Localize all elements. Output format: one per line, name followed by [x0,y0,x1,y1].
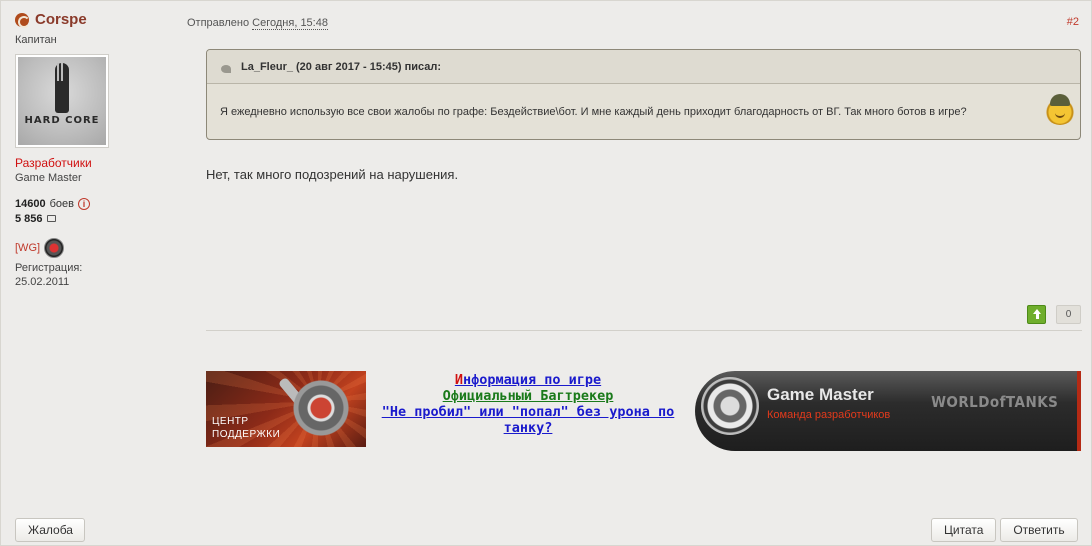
avatar-image: HARD CORE [18,57,106,145]
tank-smiley-icon [1044,93,1076,125]
quote-body: Я ежедневно использую все свои жалобы по… [207,84,1080,139]
author-name[interactable]: Corspe [35,11,87,28]
gear-icon [288,375,354,441]
game-master-banner[interactable]: Game Master Команда разработчиков WORLDo… [695,371,1081,451]
author-name-row: Corspe [15,11,185,28]
registration-label: Регистрация: [15,262,83,274]
posts-value: 5 856 [15,212,43,225]
registration-date: 25.02.2011 [15,276,70,288]
avatar[interactable]: HARD CORE [15,54,109,148]
report-button[interactable]: Жалоба [15,518,85,542]
gm-banner-title: Game Master [767,385,874,404]
author-group: Разработчики [15,156,92,170]
post-container: Corspe Капитан HARD CORE Разработчики Ga… [0,0,1092,546]
reputation-count: 0 [1056,305,1081,324]
posts-stat: 5 856 [15,211,185,226]
online-status-icon [15,12,30,28]
author-rank: Капитан [15,34,57,46]
author-stats: 14600 боев i 5 856 [15,196,185,226]
link-bugtracker[interactable]: Официальный Багтрекер [443,388,614,404]
quote-button[interactable]: Цитата [931,518,996,542]
comment-icon [46,215,56,222]
posted-date[interactable]: Сегодня, 15:48 [252,17,328,30]
wot-logo: WORLDofTANKS [930,393,1058,411]
info-icon[interactable]: i [77,197,90,210]
clan-tag[interactable]: [WG] [15,242,40,254]
gm-banner-subtitle: Команда разработчиков [767,409,891,421]
wg-emblem-icon [701,377,759,435]
thumb-up-arrow-icon[interactable] [1027,305,1046,324]
quote-icon[interactable] [221,63,235,73]
post-number[interactable]: #2 [1067,16,1079,28]
battles-value: 14600 [15,197,46,210]
posted-info: Отправлено Сегодня, 15:48 [187,17,328,30]
author-panel: Corspe Капитан HARD CORE Разработчики Ga… [15,11,185,288]
quote-text: Я ежедневно использую все свои жалобы по… [220,106,967,118]
battles-label: боев [49,197,74,210]
post-text: Нет, так много подозрений на нарушения. [206,167,459,182]
link-game-info[interactable]: Информация по игре [455,372,601,388]
quote-header: La_Fleur_ (20 авг 2017 - 15:45) писал: [207,50,1080,84]
signature-divider [206,330,1082,331]
link-game-info-first: И [454,372,463,388]
battles-stat: 14600 боев i [15,196,185,211]
quote-block: La_Fleur_ (20 авг 2017 - 15:45) писал: Я… [206,49,1081,140]
posted-label: Отправлено [187,17,250,29]
author-title: Game Master [15,172,82,184]
quote-author: La_Fleur_ (20 авг 2017 - 15:45) писал: [241,61,442,73]
support-banner-label: ЦЕНТР ПОДДЕРЖКИ [212,416,281,440]
signature-links: Информация по игре Официальный Багтрекер… [367,372,689,436]
clan-row: [WG] [15,238,185,258]
clan-emblem-icon[interactable] [44,238,65,258]
link-no-penetration[interactable]: "Не пробил" или "попал" без урона по тан… [382,404,675,436]
link-game-info-rest: нформация по игре [462,372,602,388]
reply-button[interactable]: Ответить [1000,518,1078,542]
support-center-banner[interactable]: ЦЕНТР ПОДДЕРЖКИ [206,371,366,447]
fork-icon [55,63,69,113]
avatar-text: HARD CORE [24,115,100,126]
